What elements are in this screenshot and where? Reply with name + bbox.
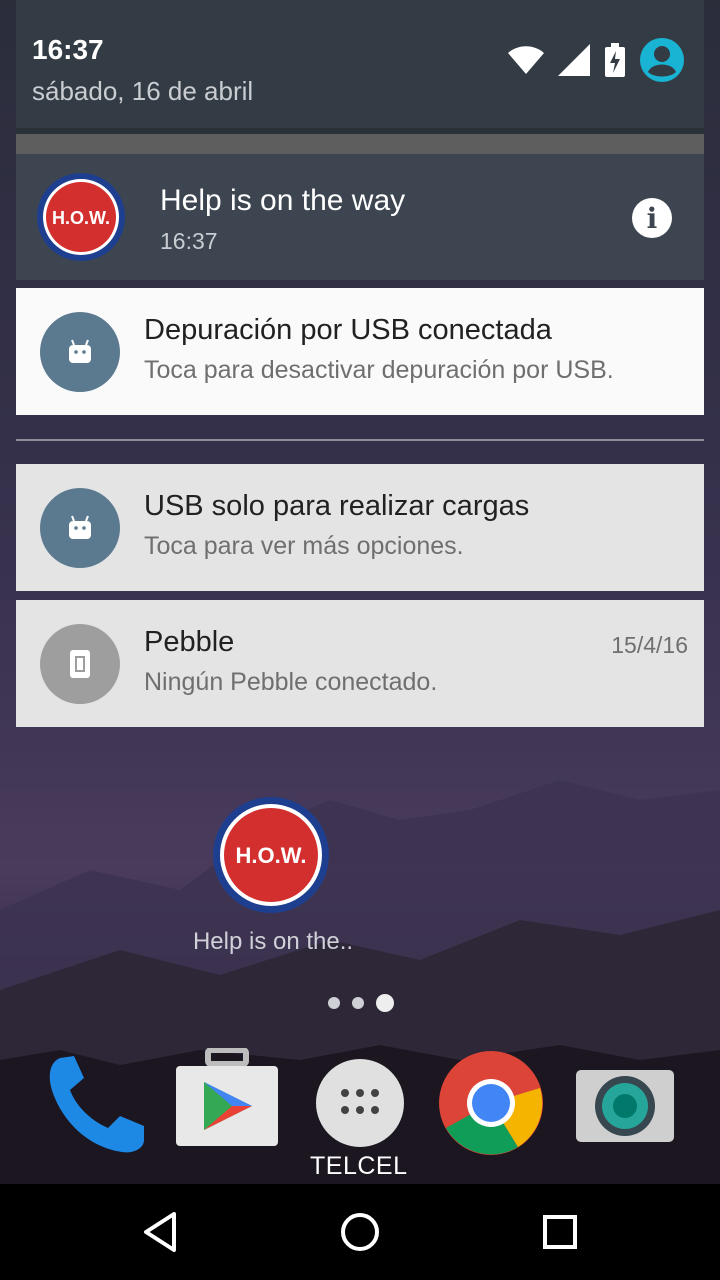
pebble-watch-icon (40, 624, 120, 704)
app-drawer-icon[interactable] (305, 1048, 415, 1158)
how-logo-text: H.O.W. (52, 208, 110, 228)
notification-title: Help is on the way (160, 184, 406, 217)
user-avatar-icon[interactable] (640, 38, 684, 82)
notification-pebble[interactable]: Pebble Ningún Pebble conectado. 15/4/16 (16, 600, 704, 727)
carrier-label: TELCEL (310, 1152, 408, 1180)
how-logo-icon: H.O.W. (37, 173, 125, 261)
home-icon[interactable] (336, 1208, 384, 1256)
page-indicator (328, 994, 394, 1012)
notification-text: Toca para desactivar depuración por USB. (144, 356, 614, 384)
battery-charging-icon (605, 43, 625, 77)
back-icon[interactable] (136, 1208, 184, 1256)
phone-icon[interactable] (40, 1048, 150, 1158)
android-icon (40, 488, 120, 568)
camera-icon[interactable] (570, 1048, 680, 1158)
android-icon (40, 312, 120, 392)
notification-usb-debugging[interactable]: Depuración por USB conectada Toca para d… (16, 288, 704, 415)
shade-divider (16, 134, 704, 154)
chrome-icon[interactable] (436, 1048, 546, 1158)
how-logo-text: H.O.W. (236, 843, 307, 868)
signal-icon (558, 44, 590, 76)
info-icon[interactable]: i (632, 198, 672, 238)
page-dot-active (376, 994, 394, 1012)
notification-text: Toca para ver más opciones. (144, 532, 464, 560)
notification-time: 16:37 (160, 228, 218, 254)
page-dot (352, 997, 364, 1009)
notification-title: USB solo para realizar cargas (144, 490, 530, 522)
clock: 16:37 (32, 34, 104, 65)
date: sábado, 16 de abril (32, 76, 254, 106)
notification-help-on-the-way[interactable]: H.O.W. Help is on the way 16:37 i (16, 154, 704, 280)
notification-usb-charging[interactable]: USB solo para realizar cargas Toca para … (16, 464, 704, 591)
notification-divider (16, 439, 704, 441)
status-icons (508, 38, 684, 82)
notification-title: Depuración por USB conectada (144, 314, 552, 346)
navigation-bar (0, 1184, 720, 1280)
wifi-icon (508, 46, 544, 74)
how-app-icon[interactable]: H.O.W. (212, 796, 330, 914)
dock (0, 1040, 720, 1160)
notification-title: Pebble (144, 626, 235, 658)
recents-icon[interactable] (536, 1208, 584, 1256)
app-label: Help is on the.. (192, 928, 354, 955)
notification-text: Ningún Pebble conectado. (144, 668, 438, 696)
page-dot (328, 997, 340, 1009)
play-store-icon[interactable] (172, 1048, 282, 1158)
notification-time: 15/4/16 (611, 632, 688, 658)
